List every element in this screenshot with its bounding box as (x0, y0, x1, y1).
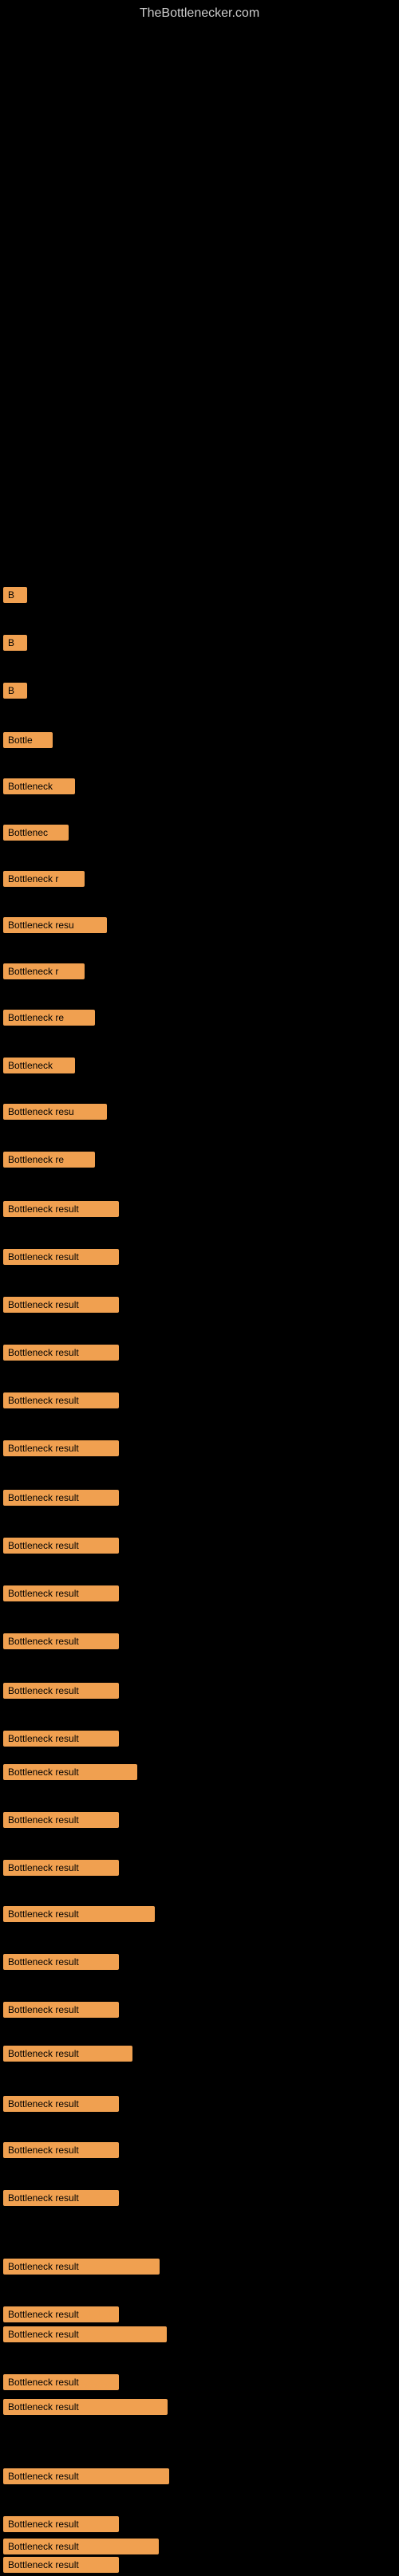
bottleneck-result-item: Bottleneck result (3, 1954, 119, 1970)
bottleneck-result-item: Bottleneck result (3, 1392, 119, 1408)
bottleneck-result-item: Bottleneck result (3, 1683, 119, 1699)
bottleneck-result-item: Bottleneck (3, 778, 75, 794)
bottleneck-result-item: Bottleneck result (3, 2374, 119, 2390)
bottleneck-result-item: B (3, 587, 27, 603)
bottleneck-result-item: Bottleneck result (3, 2259, 160, 2275)
bottleneck-result-item: Bottleneck result (3, 2306, 119, 2322)
bottleneck-result-item: Bottleneck r (3, 963, 85, 979)
bottleneck-result-item: Bottleneck result (3, 1812, 119, 1828)
bottleneck-result-item: Bottle (3, 732, 53, 748)
bottleneck-result-item: Bottleneck re (3, 1152, 95, 1168)
bottleneck-result-item: Bottleneck result (3, 2468, 169, 2484)
bottleneck-result-item: Bottleneck result (3, 2142, 119, 2158)
bottleneck-result-item: Bottleneck result (3, 2046, 132, 2062)
bottleneck-result-item: Bottleneck result (3, 1201, 119, 1217)
bottleneck-result-item: Bottleneck result (3, 1633, 119, 1649)
bottleneck-result-item: Bottleneck result (3, 2516, 119, 2532)
bottleneck-result-item: B (3, 635, 27, 651)
bottleneck-result-item: Bottleneck result (3, 2557, 119, 2573)
bottleneck-result-item: Bottleneck result (3, 2096, 119, 2112)
bottleneck-result-item: Bottleneck result (3, 2539, 159, 2554)
bottleneck-result-item: Bottleneck result (3, 1906, 155, 1922)
bottleneck-result-item: Bottleneck result (3, 1249, 119, 1265)
bottleneck-result-item: Bottleneck result (3, 1345, 119, 1361)
bottleneck-result-item: Bottleneck result (3, 1731, 119, 1747)
bottleneck-result-item: B (3, 683, 27, 699)
bottleneck-result-item: Bottleneck result (3, 2326, 167, 2342)
bottleneck-result-item: Bottleneck re (3, 1010, 95, 1026)
bottleneck-result-item: Bottleneck result (3, 1764, 137, 1780)
bottleneck-result-item: Bottleneck resu (3, 917, 107, 933)
bottleneck-result-item: Bottleneck result (3, 2190, 119, 2206)
bottleneck-result-item: Bottleneck result (3, 1538, 119, 1554)
site-title: TheBottlenecker.com (0, 0, 399, 24)
bottleneck-result-item: Bottleneck result (3, 2002, 119, 2018)
bottleneck-result-item: Bottlenec (3, 825, 69, 841)
bottleneck-result-item: Bottleneck result (3, 1297, 119, 1313)
bottleneck-result-item: Bottleneck result (3, 1490, 119, 1506)
bottleneck-result-item: Bottleneck r (3, 871, 85, 887)
bottleneck-result-item: Bottleneck result (3, 1585, 119, 1601)
bottleneck-result-item: Bottleneck result (3, 1860, 119, 1876)
bottleneck-result-item: Bottleneck result (3, 1440, 119, 1456)
bottleneck-result-item: Bottleneck resu (3, 1104, 107, 1120)
bottleneck-result-item: Bottleneck result (3, 2399, 168, 2415)
bottleneck-result-item: Bottleneck (3, 1058, 75, 1073)
